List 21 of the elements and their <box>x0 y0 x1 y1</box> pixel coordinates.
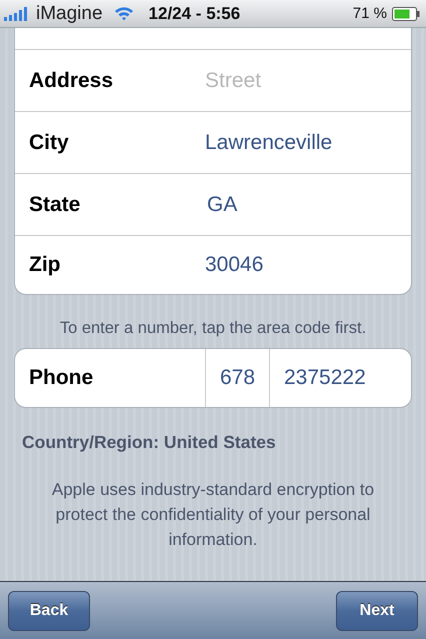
input-field[interactable]: GA <box>205 192 238 216</box>
privacy-note: Apple uses industry-standard encryption to protect the confidentiality of your personal information. <box>50 479 376 551</box>
back-button[interactable]: Back <box>8 590 90 630</box>
field-label: Zip <box>28 253 62 277</box>
field-label: Address <box>28 68 114 92</box>
carrier-name: iMagine <box>36 2 103 24</box>
hint-text: To enter a number, tap the area code first. <box>58 319 368 338</box>
field-label: Phone <box>28 366 94 390</box>
phone-number-field[interactable]: 2375222 <box>270 366 366 390</box>
field-label: State <box>28 192 82 216</box>
input-field[interactable]: Street <box>205 68 385 92</box>
area-code-field[interactable]: 678 <box>205 349 270 407</box>
battery-icon <box>392 6 420 20</box>
next-button[interactable]: Next <box>336 590 418 630</box>
country-text: Country/Region: United States <box>22 432 277 453</box>
wifi-icon <box>114 6 134 21</box>
battery-percent: 71 % <box>352 5 387 22</box>
field-label: City <box>28 130 70 154</box>
input-field[interactable]: Lawrenceville <box>205 130 332 154</box>
input-field[interactable]: 30046 <box>205 253 264 277</box>
clock-time: 12/24 - 5:56 <box>148 4 240 24</box>
